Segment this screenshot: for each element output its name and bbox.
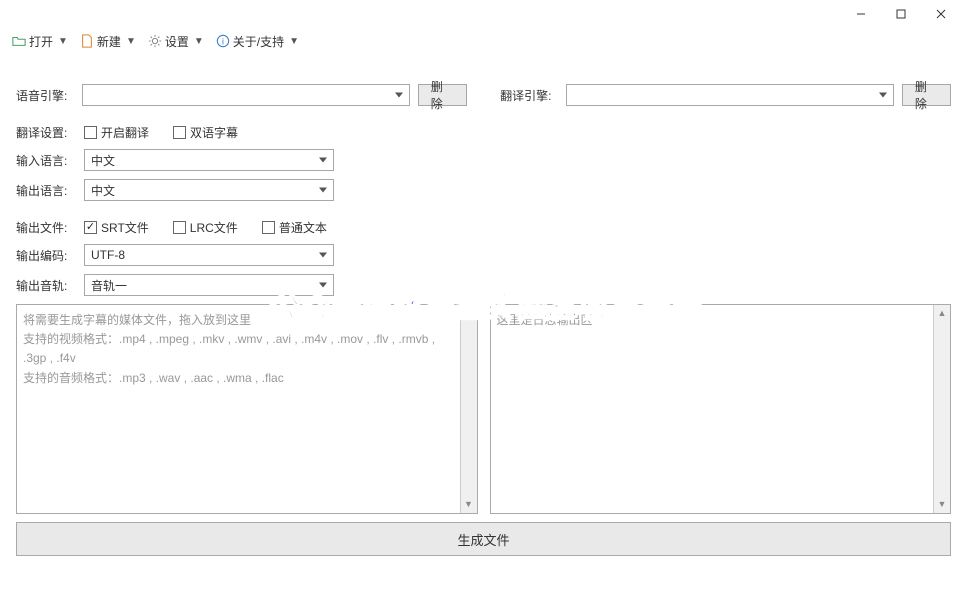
voice-engine-combo[interactable] — [82, 84, 410, 106]
open-menu[interactable]: 打开 ▼ — [8, 31, 72, 52]
media-drop-panel[interactable]: 将需要生成字幕的媒体文件，拖入放到这里 支持的视频格式：.mp4 , .mpeg… — [16, 304, 478, 514]
output-language-row: 输出语言: 中文 — [16, 179, 951, 201]
new-menu[interactable]: 新建 ▼ — [76, 31, 140, 52]
input-language-label: 输入语言: — [16, 152, 76, 169]
output-file-label: 输出文件: — [16, 219, 76, 236]
output-encoding-row: 输出编码: UTF-8 — [16, 244, 951, 266]
output-encoding-combo[interactable]: UTF-8 — [84, 244, 334, 266]
minimize-button[interactable] — [841, 3, 881, 25]
about-label: 关于/支持 — [233, 33, 284, 50]
settings-label: 设置 — [165, 33, 189, 50]
scrollbar[interactable]: ▲ ▼ — [460, 305, 477, 513]
window-titlebar — [0, 0, 967, 28]
caret-down-icon: ▼ — [289, 36, 299, 47]
drop-hint-2: 支持的视频格式：.mp4 , .mpeg , .mkv , .wmv , .av… — [23, 330, 457, 368]
scroll-down-icon[interactable]: ▼ — [461, 496, 477, 513]
output-language-label: 输出语言: — [16, 182, 76, 199]
lrc-checkbox[interactable]: LRC文件 — [173, 219, 238, 236]
input-language-row: 输入语言: 中文 — [16, 149, 951, 171]
output-track-label: 输出音轨: — [16, 277, 76, 294]
output-encoding-label: 输出编码: — [16, 247, 76, 264]
generate-button[interactable]: 生成文件 — [16, 522, 951, 556]
about-menu[interactable]: i 关于/支持 ▼ — [212, 31, 303, 52]
folder-open-icon — [12, 34, 26, 48]
translate-engine-combo[interactable] — [566, 84, 894, 106]
close-button[interactable] — [921, 3, 961, 25]
svg-text:i: i — [222, 37, 224, 47]
info-icon: i — [216, 34, 230, 48]
translate-engine-label: 翻译引擎: — [500, 87, 558, 104]
footer: 生成文件 — [16, 522, 951, 568]
drop-hint-3: 支持的音频格式：.mp3 , .wav , .aac , .wma , .fla… — [23, 369, 457, 388]
caret-down-icon: ▼ — [58, 36, 68, 47]
maximize-button[interactable] — [881, 3, 921, 25]
checkbox-icon — [84, 126, 97, 139]
drop-hint-1: 将需要生成字幕的媒体文件，拖入放到这里 — [23, 311, 457, 330]
enable-translate-checkbox[interactable]: 开启翻译 — [84, 124, 149, 141]
panels-container: 将需要生成字幕的媒体文件，拖入放到这里 支持的视频格式：.mp4 , .mpeg… — [16, 304, 951, 514]
settings-menu[interactable]: 设置 ▼ — [144, 31, 208, 52]
checkbox-icon — [262, 221, 275, 234]
output-track-combo[interactable]: 音轨一 — [84, 274, 334, 296]
voice-engine-label: 语音引擎: — [16, 87, 74, 104]
log-output-panel: 这里是日志输出区 ▲ ▼ — [490, 304, 952, 514]
srt-checkbox[interactable]: SRT文件 — [84, 219, 149, 236]
plain-text-checkbox[interactable]: 普通文本 — [262, 219, 327, 236]
output-language-combo[interactable]: 中文 — [84, 179, 334, 201]
checkbox-icon — [173, 126, 186, 139]
voice-engine-delete-button[interactable]: 删除 — [418, 84, 467, 106]
scrollbar[interactable]: ▲ ▼ — [933, 305, 950, 513]
output-file-row: 输出文件: SRT文件 LRC文件 普通文本 — [16, 219, 951, 236]
caret-down-icon: ▼ — [194, 36, 204, 47]
translate-settings-row: 翻译设置: 开启翻译 双语字幕 — [16, 124, 951, 141]
engine-row: 语音引擎: 删除 翻译引擎: 删除 — [16, 84, 951, 106]
translate-settings-label: 翻译设置: — [16, 124, 76, 141]
checkbox-icon — [173, 221, 186, 234]
gear-icon — [148, 34, 162, 48]
open-label: 打开 — [29, 33, 53, 50]
translate-engine-delete-button[interactable]: 删除 — [902, 84, 951, 106]
caret-down-icon: ▼ — [126, 36, 136, 47]
new-label: 新建 — [97, 33, 121, 50]
output-track-row: 输出音轨: 音轨一 — [16, 274, 951, 296]
bilingual-checkbox[interactable]: 双语字幕 — [173, 124, 238, 141]
input-language-combo[interactable]: 中文 — [84, 149, 334, 171]
main-toolbar: 打开 ▼ 新建 ▼ 设置 ▼ i 关于/支持 ▼ — [0, 28, 967, 58]
log-placeholder: 这里是日志输出区 — [497, 311, 931, 330]
scroll-up-icon[interactable]: ▲ — [934, 305, 950, 322]
checkbox-icon — [84, 221, 97, 234]
scroll-down-icon[interactable]: ▼ — [934, 496, 950, 513]
scroll-up-icon[interactable]: ▲ — [461, 305, 477, 322]
file-new-icon — [80, 34, 94, 48]
